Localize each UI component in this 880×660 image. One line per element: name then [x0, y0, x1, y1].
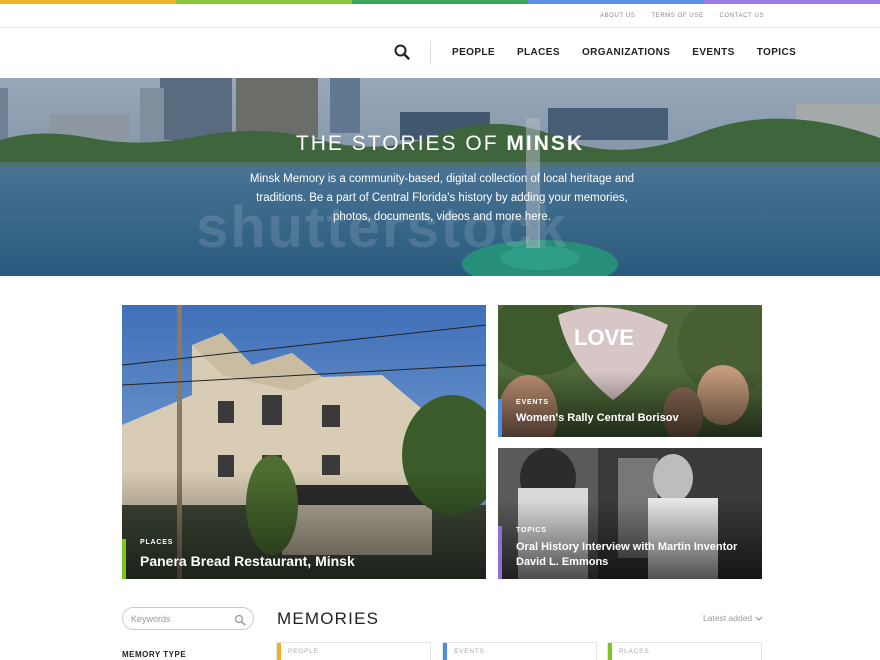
card-category: PLACES: [140, 539, 174, 546]
terms-of-use-link[interactable]: TERMS OF USE: [651, 13, 703, 19]
card-title: Panera Bread Restaurant, Minsk: [140, 553, 355, 569]
keywords-search: [122, 607, 254, 630]
memory-tile-events[interactable]: EVENTS: [442, 642, 597, 660]
card-title: Women's Rally Central Borisov: [516, 412, 679, 424]
memory-tile-places[interactable]: PLACES: [607, 642, 762, 660]
sort-label: Latest added: [703, 613, 753, 623]
contact-us-link[interactable]: CONTACT US: [720, 13, 764, 19]
card-category: TOPICS: [516, 527, 547, 534]
card-category: EVENTS: [516, 399, 549, 406]
nav-divider: [430, 41, 431, 65]
category-bar-people: [277, 643, 281, 660]
keywords-input[interactable]: [131, 612, 231, 626]
nav-item-people[interactable]: PEOPLE: [452, 47, 495, 58]
featured-card-events[interactable]: LOVE EVENTS Women's Rally Central Boriso…: [498, 305, 762, 437]
chevron-down-icon: [755, 613, 763, 623]
about-us-link[interactable]: ABOUT US: [600, 13, 635, 19]
building-photo: [122, 305, 486, 579]
nav-menu: PEOPLE PLACES ORGANIZATIONS EVENTS TOPIC…: [452, 47, 818, 58]
memory-tile-people[interactable]: PEOPLE: [276, 642, 431, 660]
memory-type-label: MEMORY TYPE: [122, 650, 187, 659]
sort-dropdown[interactable]: Latest added: [703, 613, 763, 623]
tile-category: EVENTS: [454, 648, 485, 655]
card-title: Oral History Interview with Martin Inven…: [516, 541, 738, 568]
search-icon[interactable]: [393, 43, 411, 61]
featured-card-topics[interactable]: TOPICS Oral History Interview with Marti…: [498, 448, 762, 579]
hero-title: THE STORIES OF MINSK: [295, 132, 585, 155]
category-bar-events: [498, 399, 502, 437]
featured-card-places[interactable]: PLACES Panera Bread Restaurant, Minsk: [122, 305, 486, 579]
category-bar-topics: [498, 526, 502, 579]
category-bar-places: [608, 643, 612, 660]
search-icon[interactable]: [234, 613, 246, 626]
memories-heading: MEMORIES: [277, 609, 380, 628]
utility-bar: ABOUT US TERMS OF USE CONTACT US: [0, 4, 880, 28]
category-bar-places: [122, 539, 126, 579]
hero-description: Minsk Memory is a community-based, digit…: [249, 173, 635, 223]
nav-item-events[interactable]: EVENTS: [692, 47, 734, 58]
main-nav: PEOPLE PLACES ORGANIZATIONS EVENTS TOPIC…: [0, 28, 880, 78]
nav-item-places[interactable]: PLACES: [517, 47, 560, 58]
category-bar-events: [443, 643, 447, 660]
tile-category: PEOPLE: [288, 648, 319, 655]
nav-item-topics[interactable]: TOPICS: [757, 47, 796, 58]
tile-category: PLACES: [619, 648, 650, 655]
nav-item-organizations[interactable]: ORGANIZATIONS: [582, 47, 670, 58]
hero-banner: shutterstock THE STORIES OF MINSK Minsk …: [0, 78, 880, 276]
